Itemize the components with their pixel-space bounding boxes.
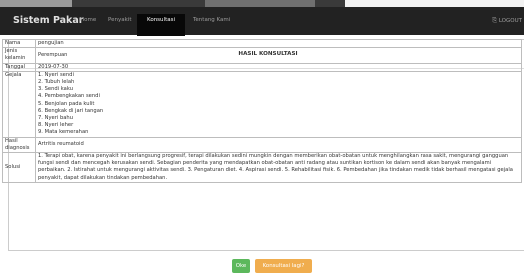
gejala-item: 5. Benjolan pada kulit [38,100,95,107]
label-gejala: Gejala [2,70,36,138]
logout-icon: ⎘ [492,17,498,24]
value-jenis-kelamin: Perempuan [35,47,522,64]
ok-button[interactable]: Oke [232,259,250,273]
nav-konsultasi-label: Konsultasi [147,17,175,23]
gejala-item: 9. Mata kemerahan [38,129,89,136]
gejala-item: 7. Nyeri bahu [38,115,74,122]
nav-penyakit[interactable]: Penyakit [108,17,132,23]
gejala-item: 1. Nyeri sendi [38,71,74,78]
table-row-nama: Nama pengujian [2,38,522,49]
gejala-item: 2. Tubuh lelah [38,79,75,86]
label-jenis-kelamin: Jenis kelamin [2,47,36,64]
value-solusi: 1. Terapi obat, karena penyakit ini berl… [35,152,522,183]
table-row-solusi: Solusi 1. Terapi obat, karena penyakit i… [2,152,522,183]
nav-home[interactable]: Home [80,17,96,23]
table-row-tanggal: Tanggal 2019-07-30 [2,62,522,72]
label-solusi: Solusi [2,152,36,183]
label-tanggal: Tanggal [2,62,36,72]
gejala-item: 3. Sendi kaku [38,86,73,93]
nav-tentang-kami[interactable]: Tentang Kami [193,17,230,23]
logout-link[interactable]: ⎘ LOGOUT [492,17,522,25]
gejala-item: 8. Nyeri leher [38,122,74,129]
navbar: Sistem Pakar Home Penyakit Konsultasi Te… [0,7,524,36]
table-row-jenis-kelamin: Jenis kelamin Perempuan [2,47,522,64]
table-row-diagnosis: Hasil diagnosis Artritis reumatoid [2,136,522,154]
result-table: Nama pengujian Jenis kelamin Perempuan T… [2,38,522,183]
top-strip-mid [205,0,315,7]
top-strip-right [345,0,524,7]
gejala-item: 4. Pembengkakan sendi [38,93,100,100]
label-nama: Nama [2,38,36,49]
table-row-gejala: Gejala 1. Nyeri sendi 2. Tubuh lelah 3. … [2,70,522,138]
brand[interactable]: Sistem Pakar [13,15,83,26]
top-strip [0,0,524,7]
gejala-item: 6. Bengkak di jari tangan [38,107,104,114]
value-tanggal: 2019-07-30 [35,62,522,72]
value-diagnosis: Artritis reumatoid [35,136,522,154]
label-diagnosis: Hasil diagnosis [2,136,36,154]
nav-konsultasi[interactable]: Konsultasi [137,14,185,36]
value-nama: pengujian [35,38,522,49]
logout-label: LOGOUT [498,18,522,24]
value-gejala: 1. Nyeri sendi 2. Tubuh lelah 3. Sendi k… [35,70,522,138]
consult-again-button[interactable]: Konsultasi lagi? [255,259,312,273]
top-strip-left [0,0,72,7]
